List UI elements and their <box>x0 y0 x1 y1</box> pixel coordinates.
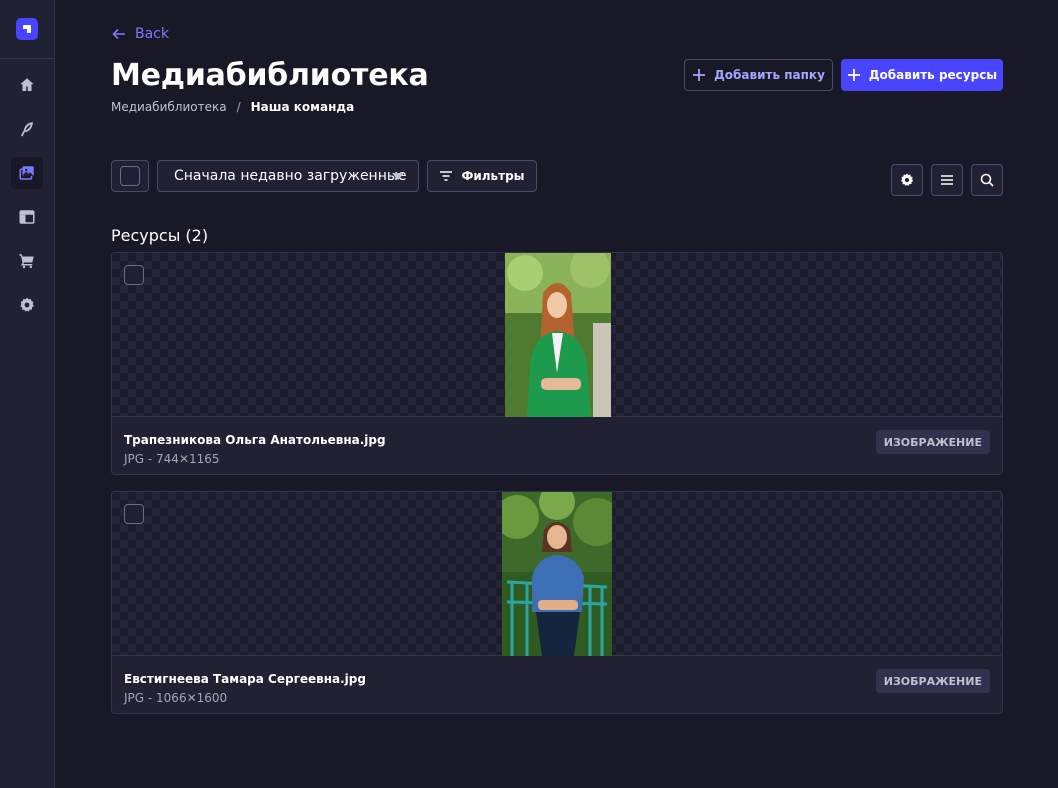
asset-file-name: Трапезникова Ольга Анатольевна.jpg <box>124 433 386 447</box>
sidebar <box>0 0 55 788</box>
asset-type-badge: ИЗОБРАЖЕНИЕ <box>875 430 990 454</box>
sidebar-divider <box>0 58 54 59</box>
asset-thumbnail-image <box>502 492 612 656</box>
breadcrumb: Медиабиблиотека / Наша команда <box>111 100 354 114</box>
assets-section-title: Ресурсы (2) <box>111 226 209 245</box>
back-label: Back <box>135 26 169 42</box>
arrow-left-icon <box>112 28 125 40</box>
sidebar-item-settings[interactable] <box>11 289 43 321</box>
search-icon <box>980 173 994 187</box>
filters-button[interactable]: Фильтры <box>427 160 537 192</box>
plus-icon <box>847 69 860 81</box>
breadcrumb-current: Наша команда <box>250 100 355 114</box>
sidebar-item-content[interactable] <box>11 113 43 145</box>
asset-file-name: Евстигнеева Тамара Сергеевна.jpg <box>124 672 366 686</box>
add-assets-button[interactable]: Добавить ресурсы <box>841 59 1003 91</box>
back-link[interactable]: Back <box>111 26 169 42</box>
plus-icon <box>693 69 706 81</box>
asset-file-meta: JPG - 744✕1165 <box>124 452 220 466</box>
breadcrumb-root[interactable]: Медиабиблиотека <box>111 100 227 114</box>
add-folder-label: Добавить папку <box>714 68 825 82</box>
list-view-button[interactable] <box>931 164 963 196</box>
feather-icon <box>21 122 33 137</box>
sidebar-item-media-library[interactable] <box>11 157 43 189</box>
home-icon <box>20 78 34 91</box>
select-all-checkbox[interactable] <box>120 166 140 186</box>
layout-icon <box>19 210 35 224</box>
sort-select-value: Сначала недавно загруженные <box>174 168 407 184</box>
search-button[interactable] <box>971 164 1003 196</box>
select-all-checkbox-wrapper[interactable] <box>111 160 149 192</box>
asset-card[interactable]: Евстигнеева Тамара Сергеевна.jpg JPG - 1… <box>111 491 1003 714</box>
sidebar-item-marketplace[interactable] <box>11 245 43 277</box>
sidebar-item-content-type-builder[interactable] <box>11 201 43 233</box>
asset-card[interactable]: Трапезникова Ольга Анатольевна.jpg JPG -… <box>111 252 1003 475</box>
asset-preview[interactable] <box>112 492 1002 656</box>
add-assets-label: Добавить ресурсы <box>868 68 998 82</box>
cart-icon <box>19 254 34 269</box>
asset-type-badge: ИЗОБРАЖЕНИЕ <box>875 669 990 693</box>
media-library-icon <box>19 166 34 180</box>
asset-preview[interactable] <box>112 253 1002 417</box>
gear-icon <box>901 173 914 186</box>
app-logo[interactable] <box>16 18 38 40</box>
asset-select-checkbox[interactable] <box>124 265 144 285</box>
gear-icon <box>20 297 34 312</box>
filters-label: Фильтры <box>461 169 525 183</box>
breadcrumb-separator: / <box>236 100 241 114</box>
asset-file-meta: JPG - 1066✕1600 <box>124 691 228 705</box>
filter-icon <box>440 171 453 181</box>
page-title: Медиабиблиотека <box>111 58 429 93</box>
sort-select[interactable]: Сначала недавно загруженные <box>157 160 419 192</box>
sidebar-item-home[interactable] <box>11 69 43 101</box>
chevron-down-icon <box>392 173 404 180</box>
add-folder-button[interactable]: Добавить папку <box>684 59 833 91</box>
list-icon <box>941 175 953 185</box>
asset-select-checkbox[interactable] <box>124 504 144 524</box>
asset-thumbnail-image <box>505 253 611 417</box>
settings-button[interactable] <box>891 164 923 196</box>
